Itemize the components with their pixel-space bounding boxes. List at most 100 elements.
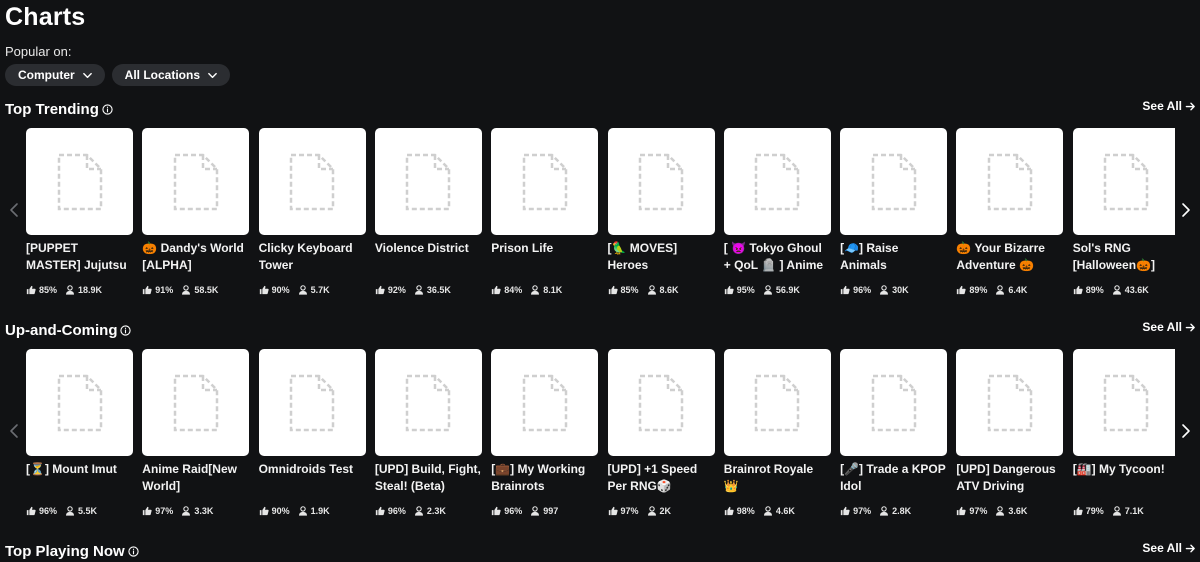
device-filter-dropdown[interactable]: Computer xyxy=(5,64,105,86)
file-placeholder-icon xyxy=(638,153,684,210)
see-all-link-top-playing-now[interactable]: See All xyxy=(1142,541,1196,555)
game-thumbnail[interactable] xyxy=(607,349,715,456)
game-thumbnail[interactable] xyxy=(26,128,133,235)
chevron-down-icon xyxy=(208,72,217,78)
see-all-link-top-trending[interactable]: See All xyxy=(1142,99,1196,113)
section-title-up-and-coming[interactable]: Up-and-Coming xyxy=(5,322,132,339)
game-title[interactable]: 🎃 Your Bizarre Adventure 🎃 xyxy=(956,240,1063,274)
game-title[interactable]: Violence District xyxy=(375,240,482,274)
carousel-right-button[interactable] xyxy=(1179,190,1193,230)
game-title[interactable]: [PUPPET MASTER] Jujutsu xyxy=(26,240,133,274)
game-card[interactable]: Sol's RNG [Halloween🎃] 89% 43.6K xyxy=(1072,128,1175,295)
game-card[interactable]: Anime Raid[New World] 97% 3.3K xyxy=(142,349,250,516)
game-card[interactable]: Omnidroids Test 90% 1.9K xyxy=(258,349,366,516)
thumbs-up-icon xyxy=(143,285,152,295)
game-card[interactable]: [💼] My Working Brainrots 96% 997 xyxy=(491,349,599,516)
players-value: 43.6K xyxy=(1124,285,1149,295)
game-title[interactable]: [UPD] Build, Fight, Steal! (Beta) xyxy=(375,461,482,495)
game-card[interactable]: 🎃 Dandy's World [ALPHA] 91% 58.5K xyxy=(142,128,250,295)
game-thumbnail[interactable] xyxy=(956,128,1064,235)
game-thumbnail[interactable] xyxy=(258,128,366,235)
game-title[interactable]: [💼] My Working Brainrots xyxy=(491,461,598,495)
rating-stat: 97% xyxy=(142,506,173,516)
game-thumbnail[interactable] xyxy=(840,349,948,456)
location-filter-dropdown[interactable]: All Locations xyxy=(111,64,231,86)
arrow-right-icon xyxy=(1185,102,1195,110)
game-thumbnail[interactable] xyxy=(491,128,599,235)
file-placeholder-icon xyxy=(871,153,916,210)
game-thumbnail[interactable] xyxy=(26,349,133,456)
player-count-icon xyxy=(414,506,423,516)
game-thumbnail[interactable] xyxy=(142,128,250,235)
file-placeholder-icon xyxy=(1103,153,1149,210)
game-thumbnail[interactable] xyxy=(723,349,831,456)
game-card[interactable]: [ 👿 Tokyo Ghoul + QoL 🪦 ] Anime 95% 56.9K xyxy=(723,128,831,295)
game-card[interactable]: [UPD] Build, Fight, Steal! (Beta) 96% 2.3K xyxy=(374,349,482,516)
game-thumbnail[interactable] xyxy=(1072,128,1175,235)
game-card[interactable]: [🦜 MOVES] Heroes 85% 8.6K xyxy=(607,128,715,295)
game-card[interactable]: Prison Life 84% 8.1K xyxy=(491,128,599,295)
game-card[interactable]: [PUPPET MASTER] Jujutsu 85% 18.9K xyxy=(26,128,133,295)
game-thumbnail[interactable] xyxy=(374,128,482,235)
game-card[interactable]: [🧢] Raise Animals 96% 30K xyxy=(840,128,948,295)
game-card[interactable]: [UPD] Dangerous ATV Driving 97% 3.6K xyxy=(956,349,1064,516)
game-thumbnail[interactable] xyxy=(1072,349,1175,456)
game-card[interactable]: Brainrot Royale 👑 98% 4.6K xyxy=(723,349,831,516)
info-icon[interactable] xyxy=(128,546,139,557)
rating-value: 98% xyxy=(736,506,755,516)
thumbs-up-icon xyxy=(492,506,501,516)
game-title[interactable]: [ 👿 Tokyo Ghoul + QoL 🪦 ] Anime xyxy=(724,240,831,274)
section-title-top-trending[interactable]: Top Trending xyxy=(5,101,113,118)
game-title[interactable]: [🎤] Trade a KPOP Idol xyxy=(840,461,947,495)
section-title-top-playing-now[interactable]: Top Playing Now xyxy=(5,543,139,560)
game-title[interactable]: Brainrot Royale 👑 xyxy=(724,461,831,495)
game-thumbnail[interactable] xyxy=(607,128,715,235)
game-card[interactable]: [⏳] Mount Imut 96% 5.5K xyxy=(26,349,133,516)
game-card[interactable]: 🎃 Your Bizarre Adventure 🎃 89% 6.4K xyxy=(956,128,1064,295)
player-count-icon xyxy=(531,506,540,516)
game-card[interactable]: [🏭] My Tycoon! 79% 7.1K xyxy=(1072,349,1175,516)
game-title[interactable]: [🏭] My Tycoon! xyxy=(1073,461,1175,495)
game-thumbnail[interactable] xyxy=(142,349,250,456)
game-title[interactable]: Omnidroids Test xyxy=(259,461,366,495)
see-all-link-up-and-coming[interactable]: See All xyxy=(1142,320,1196,334)
arrow-right-icon xyxy=(1185,544,1195,552)
device-filter-label: Computer xyxy=(18,68,75,82)
file-placeholder-icon xyxy=(289,153,335,210)
game-card[interactable]: Clicky Keyboard Tower 90% 5.7K xyxy=(258,128,366,295)
game-thumbnail[interactable] xyxy=(956,349,1064,456)
game-thumbnail[interactable] xyxy=(491,349,599,456)
game-title[interactable]: Sol's RNG [Halloween🎃] xyxy=(1073,240,1175,274)
info-icon[interactable] xyxy=(120,325,132,336)
game-thumbnail[interactable] xyxy=(723,128,831,235)
players-stat: 8.6K xyxy=(647,285,679,295)
game-title[interactable]: Anime Raid[New World] xyxy=(142,461,249,495)
game-card[interactable]: [🎤] Trade a KPOP Idol 97% 2.8K xyxy=(840,349,948,516)
game-title[interactable]: [⏳] Mount Imut xyxy=(26,461,133,495)
rating-value: 95% xyxy=(736,285,755,295)
game-title[interactable]: Prison Life xyxy=(491,240,598,274)
game-title[interactable]: 🎃 Dandy's World [ALPHA] xyxy=(142,240,249,274)
game-title[interactable]: [UPD] +1 Speed Per RNG🎲 xyxy=(608,461,715,495)
game-title[interactable]: Clicky Keyboard Tower xyxy=(259,240,366,274)
carousel-left-button[interactable] xyxy=(7,190,21,230)
carousel-right-button[interactable] xyxy=(1179,411,1193,451)
file-placeholder-icon xyxy=(522,153,567,210)
game-card[interactable]: Violence District 92% 36.5K xyxy=(374,128,482,295)
players-value: 56.9K xyxy=(775,285,800,295)
game-thumbnail[interactable] xyxy=(840,128,948,235)
info-icon[interactable] xyxy=(102,104,113,115)
players-value: 5.5K xyxy=(78,506,98,516)
rating-value: 89% xyxy=(1085,285,1104,295)
game-title[interactable]: [🦜 MOVES] Heroes xyxy=(608,240,715,274)
thumbs-up-icon xyxy=(840,285,850,295)
chevron-right-icon xyxy=(1182,424,1190,438)
file-placeholder-icon xyxy=(406,374,451,431)
game-title[interactable]: [UPD] Dangerous ATV Driving xyxy=(956,461,1063,495)
game-title[interactable]: [🧢] Raise Animals xyxy=(840,240,947,274)
game-thumbnail[interactable] xyxy=(374,349,482,456)
game-card[interactable]: [UPD] +1 Speed Per RNG🎲 97% 2K xyxy=(607,349,715,516)
game-stats: 95% 56.9K xyxy=(724,285,831,295)
carousel-left-button[interactable] xyxy=(7,411,21,451)
game-thumbnail[interactable] xyxy=(258,349,366,456)
